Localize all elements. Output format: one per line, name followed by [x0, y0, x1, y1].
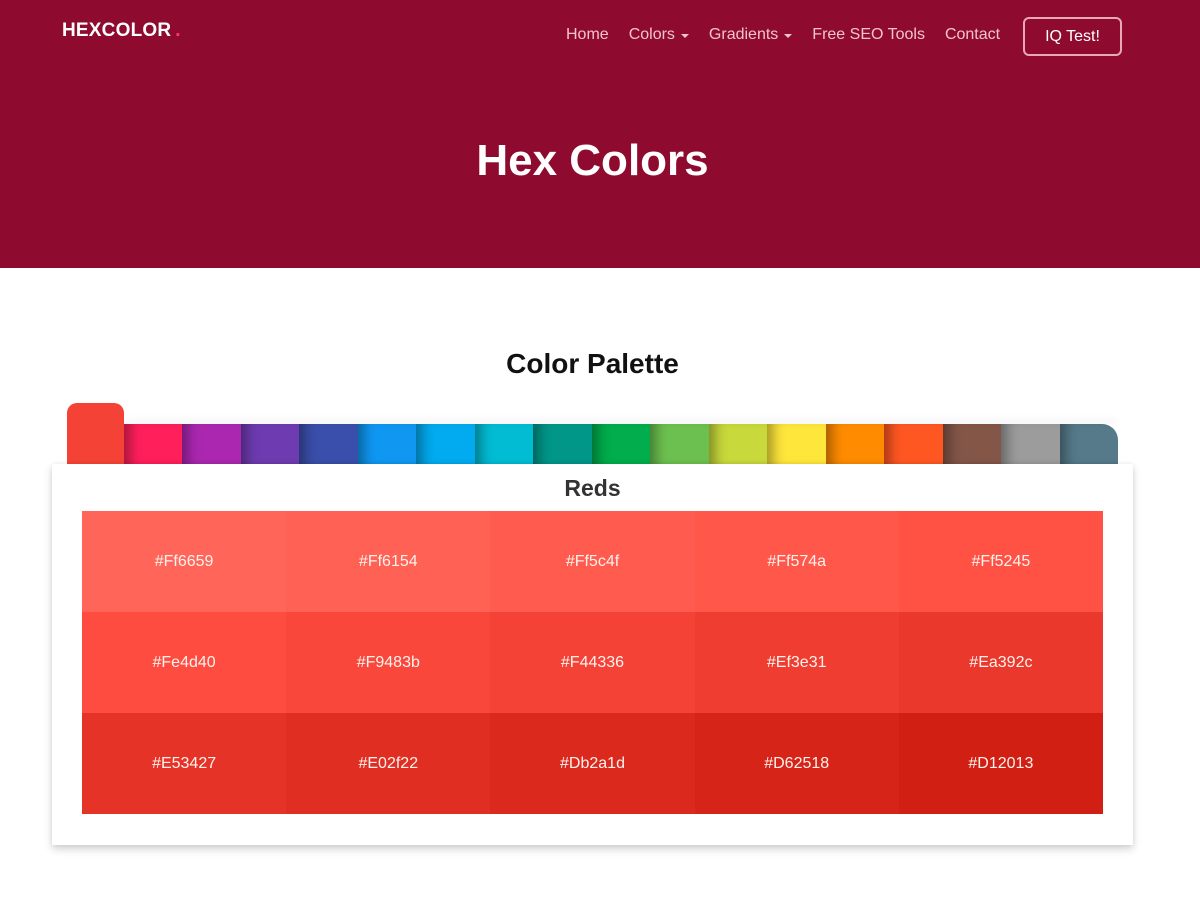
- tab-indigo[interactable]: [299, 424, 359, 464]
- tab-grey[interactable]: [1001, 424, 1061, 464]
- nav-item-home[interactable]: Home: [566, 26, 609, 44]
- swatch-hex-label: #F44336: [560, 653, 625, 671]
- color-family-tabs: [67, 403, 1119, 464]
- nav-item-contact[interactable]: Contact: [945, 26, 1000, 44]
- color-swatch[interactable]: #D12013: [898, 713, 1103, 814]
- color-swatch[interactable]: #Ea392c: [898, 612, 1103, 713]
- color-swatch[interactable]: #E53427: [82, 713, 287, 814]
- color-swatch[interactable]: #Ef3e31: [694, 612, 899, 713]
- color-swatch[interactable]: #Ff5245: [898, 511, 1103, 612]
- swatch-hex-label: #Ea392c: [969, 653, 1033, 671]
- tab-green[interactable]: [591, 424, 651, 464]
- color-swatch[interactable]: #Ff574a: [694, 511, 899, 612]
- tab-yellow[interactable]: [767, 424, 827, 464]
- tab-blue-grey[interactable]: [1059, 424, 1119, 464]
- swatch-hex-label: #E02f22: [358, 754, 419, 772]
- tab-brown[interactable]: [942, 424, 1002, 464]
- color-swatch[interactable]: #F44336: [490, 612, 695, 713]
- nav-item-gradients[interactable]: Gradients: [708, 26, 793, 44]
- swatch-hex-label: #Db2a1d: [560, 754, 625, 772]
- swatch-hex-label: #E53427: [152, 754, 217, 772]
- color-swatch[interactable]: #Fe4d40: [82, 612, 287, 713]
- logo-text: HEXCOLOR: [62, 20, 172, 41]
- nav-item-colors[interactable]: Colors: [629, 26, 689, 44]
- tab-cyan[interactable]: [474, 424, 534, 464]
- nav-label: Free SEO Tools: [812, 26, 925, 43]
- nav-label: Home: [566, 26, 609, 43]
- swatch-grid: #Ff6659 #Ff6154 #Ff5c4f #Ff574a #Ff5245 #Fe4d…: [82, 511, 1103, 814]
- nav-label: Contact: [944, 26, 1001, 43]
- page-title: Hex Colors: [476, 136, 709, 185]
- tab-lime[interactable]: [708, 424, 768, 464]
- hero-header: HEXCOLOR. Home Colors Gradients Free SEO To…: [0, 0, 1200, 268]
- swatch-hex-label: #Ff6659: [154, 552, 214, 570]
- color-swatch[interactable]: #E02f22: [286, 713, 491, 814]
- main-nav: Home Colors Gradients Free SEO Tools Contact: [566, 26, 1020, 44]
- tab-red[interactable]: [67, 403, 124, 464]
- swatch-hex-label: #D62518: [764, 754, 830, 772]
- color-swatch[interactable]: #F9483b: [286, 612, 491, 713]
- color-swatch[interactable]: #D62518: [694, 713, 899, 814]
- tab-light-blue[interactable]: [416, 424, 476, 464]
- swatch-hex-label: #Ff5245: [971, 552, 1031, 570]
- site-logo[interactable]: HEXCOLOR.: [62, 20, 181, 42]
- color-swatch[interactable]: #Ff5c4f: [490, 511, 695, 612]
- nav-label: Gradients: [708, 26, 779, 43]
- swatch-hex-label: #D12013: [968, 754, 1034, 772]
- tab-deep-orange[interactable]: [884, 424, 944, 464]
- color-group-title: Reds: [564, 475, 621, 501]
- color-swatch[interactable]: #Ff6659: [82, 511, 287, 612]
- caret-down-icon: [680, 34, 689, 38]
- swatch-hex-label: #Fe4d40: [152, 653, 216, 671]
- palette-title: Color Palette: [506, 348, 679, 379]
- tab-pink[interactable]: [124, 424, 183, 464]
- tab-purple[interactable]: [182, 424, 242, 464]
- caret-down-icon: [784, 34, 793, 38]
- logo-dot: .: [175, 20, 181, 41]
- tab-deep-purple[interactable]: [240, 424, 300, 464]
- color-swatch[interactable]: #Db2a1d: [490, 713, 695, 814]
- swatch-hex-label: #F9483b: [356, 653, 420, 671]
- swatch-hex-label: #Ff5c4f: [565, 552, 620, 570]
- color-swatch[interactable]: #Ff6154: [286, 511, 491, 612]
- palette-card: Reds #Ff6659 #Ff6154 #Ff5c4f #Ff574a #Ff5245…: [52, 464, 1133, 845]
- swatch-hex-label: #Ef3e31: [766, 653, 827, 671]
- swatch-hex-label: #Ff574a: [767, 552, 827, 570]
- nav-item-free-seo-tools[interactable]: Free SEO Tools: [812, 26, 925, 44]
- tab-teal[interactable]: [533, 424, 593, 464]
- nav-label: Colors: [628, 26, 675, 43]
- tab-orange[interactable]: [825, 424, 885, 464]
- tab-light-green[interactable]: [650, 424, 710, 464]
- iq-test-button[interactable]: IQ Test!: [1023, 17, 1122, 56]
- tab-blue[interactable]: [357, 424, 417, 464]
- swatch-hex-label: #Ff6154: [358, 552, 418, 570]
